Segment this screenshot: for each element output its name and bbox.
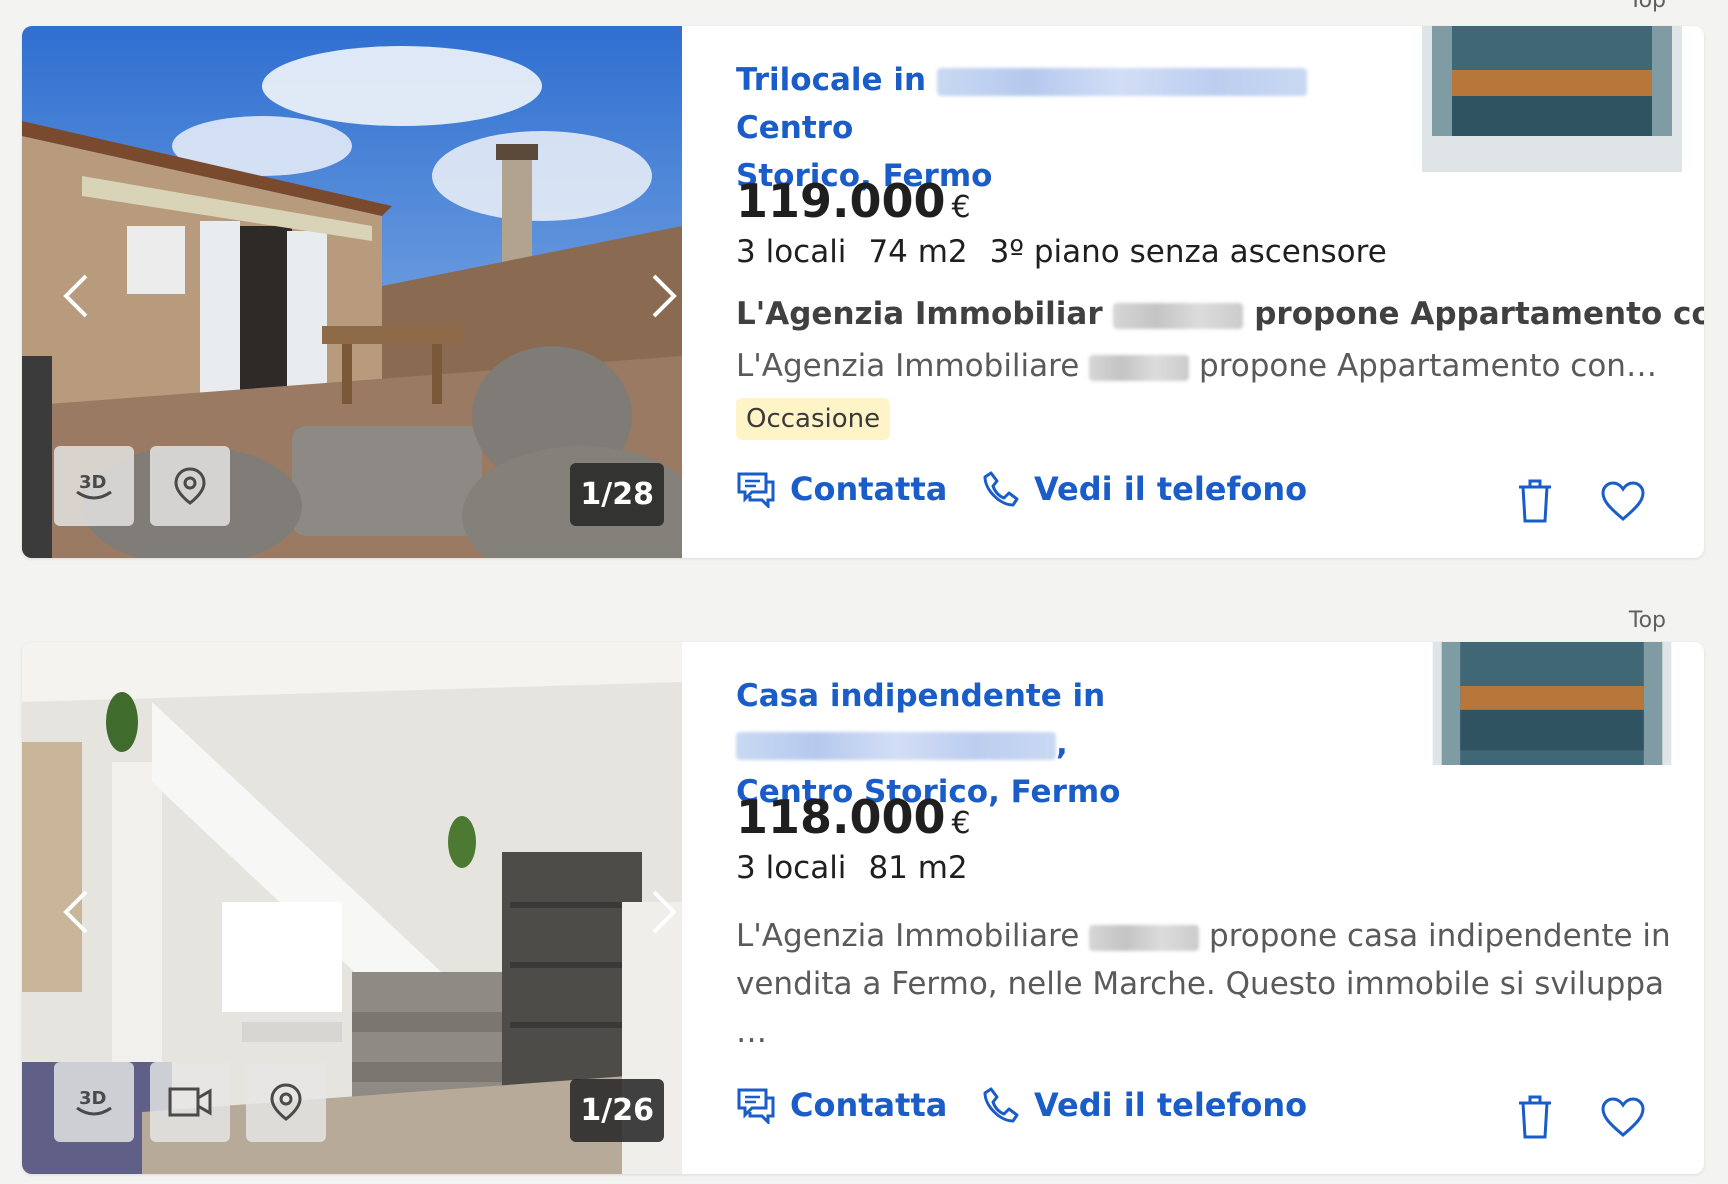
description-text: L'Agenzia Immobiliare propone Appartamen… [736,348,1657,384]
show-phone-button[interactable]: Vedi il telefono [982,470,1307,508]
listing-features: 3 locali 74 m2 3º piano senza ascensore [736,234,1387,270]
photo-counter: 1/26 [570,1079,664,1142]
occasione-badge: Occasione [736,398,891,440]
svg-text:3D: 3D [79,472,106,493]
chat-icon [737,1088,775,1124]
redacted-address [736,731,1056,760]
feature-floor: 3º piano senza ascensore [989,234,1387,270]
chevron-right-icon [652,890,677,934]
redacted-address [936,67,1307,96]
chat-icon [737,472,775,508]
redacted-agency-name [1089,354,1190,381]
heart-icon [1601,481,1645,521]
phone-label: Vedi il telefono [1034,470,1308,508]
next-photo-arrow[interactable] [640,882,682,942]
save-favorite-button[interactable] [1598,476,1648,526]
price-currency: € [951,806,971,841]
phone-icon [983,471,1019,507]
listing-card[interactable]: 3D 1/28 Trilocale in Centro Storico, Fer… [22,26,1704,558]
phone-icon [983,1087,1019,1123]
video-camera-icon [168,1087,212,1117]
chevron-left-icon [63,890,88,934]
redacted-agency-name [1113,302,1244,329]
feature-rooms: 3 locali [736,234,847,270]
video-button[interactable] [150,1062,230,1142]
listing-photo[interactable]: 3D 1/26 [22,642,682,1174]
listing-price: 119.000 € [736,174,971,228]
location-pin-icon [270,1083,302,1121]
title-prefix: Trilocale in [736,62,927,98]
3d-tour-icon: 3D [76,472,112,500]
3d-tour-icon: 3D [76,1088,112,1116]
description-text: L'Agenzia Immobiliare propone casa indip… [736,918,1671,1050]
hide-listing-button[interactable] [1510,1092,1560,1142]
trash-icon [1519,479,1551,523]
listing-card[interactable]: 3D 1/26 Casa indipendente in , Centro St… [22,642,1704,1174]
listing-features: 3 locali 81 m2 [736,850,968,886]
agency-logo[interactable] [1422,642,1682,776]
prev-photo-arrow[interactable] [50,882,100,942]
feature-rooms: 3 locali [736,850,847,886]
hide-listing-button[interactable] [1510,476,1560,526]
contact-button[interactable]: Contatta [736,470,947,508]
price-value: 119.000 [736,174,946,228]
chevron-left-icon [63,274,88,318]
map-button[interactable] [246,1062,326,1142]
title-suffix: Centro [736,110,854,146]
top-label: Top [1628,608,1666,633]
feature-surface: 74 m2 [868,234,968,270]
next-photo-arrow[interactable] [640,266,682,326]
save-favorite-button[interactable] [1598,1092,1648,1142]
heart-icon [1601,1097,1645,1137]
photo-counter: 1/28 [570,463,664,526]
description-heading: L'Agenzia Immobiliar propone Appartament… [736,296,1704,332]
phone-label: Vedi il telefono [1034,1086,1308,1124]
virtual-tour-3d-button[interactable]: 3D [54,446,134,526]
title-suffix: , [1056,726,1068,762]
contact-button[interactable]: Contatta [736,1086,947,1124]
svg-text:3D: 3D [79,1088,106,1109]
price-value: 118.000 [736,790,946,844]
map-button[interactable] [150,446,230,526]
location-pin-icon [174,467,206,505]
chevron-right-icon [652,274,677,318]
title-prefix: Casa indipendente in [736,678,1106,714]
virtual-tour-3d-button[interactable]: 3D [54,1062,134,1142]
agency-logo[interactable] [1422,26,1682,172]
top-label: Top [1628,0,1666,13]
contact-label: Contatta [790,470,948,508]
listing-price: 118.000 € [736,790,971,844]
price-currency: € [951,190,971,225]
trash-icon [1519,1095,1551,1139]
redacted-agency-name [1089,924,1200,951]
contact-label: Contatta [790,1086,948,1124]
prev-photo-arrow[interactable] [50,266,100,326]
show-phone-button[interactable]: Vedi il telefono [982,1086,1307,1124]
feature-surface: 81 m2 [868,850,968,886]
listing-photo[interactable]: 3D 1/28 [22,26,682,558]
